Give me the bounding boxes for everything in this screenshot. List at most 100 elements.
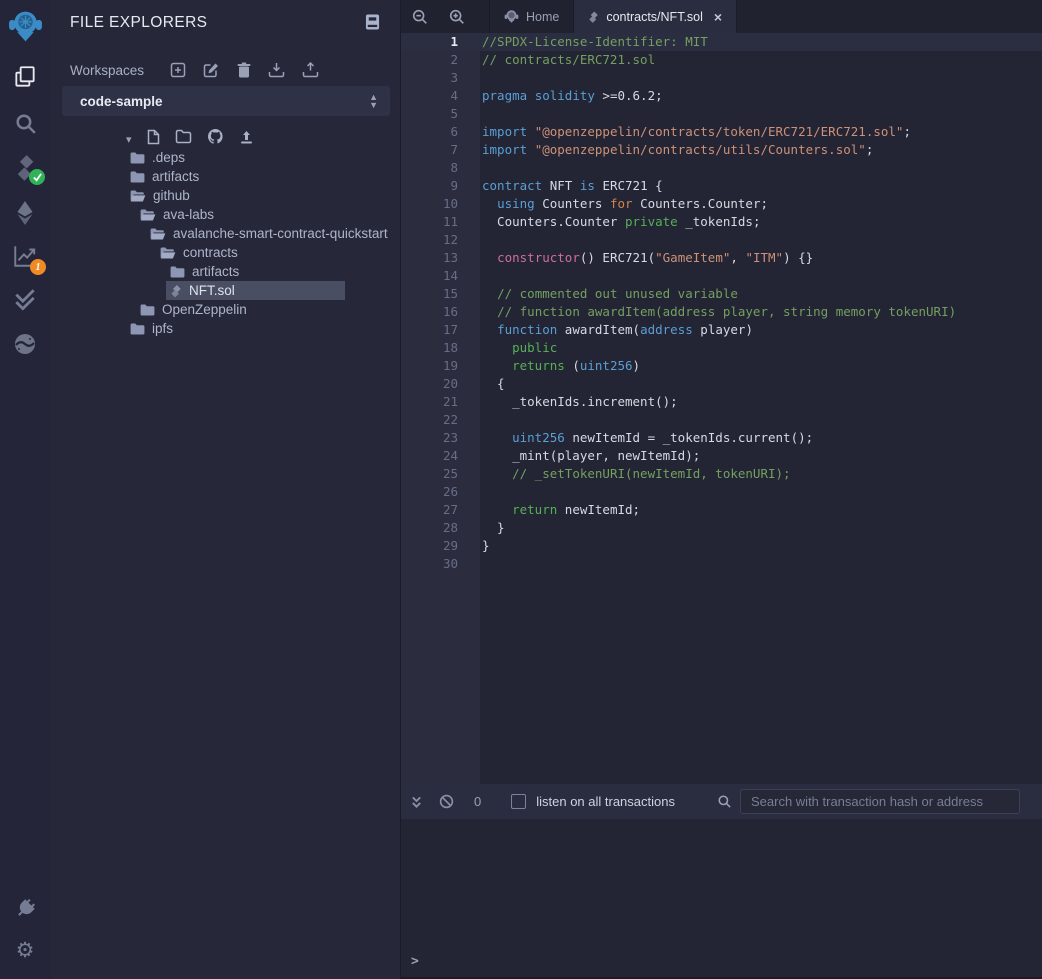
code-line-27[interactable]: 27 return newItemId; — [401, 501, 1042, 519]
tree-item-openzeppelin[interactable]: OpenZeppelin — [50, 300, 400, 319]
terminal-search-input[interactable] — [740, 789, 1020, 814]
tree-item-github[interactable]: github — [50, 186, 400, 205]
tree-item-avalanche-smart-contract-quickstart[interactable]: avalanche-smart-contract-quickstart — [50, 224, 400, 243]
tree-item-artifacts[interactable]: artifacts — [50, 262, 400, 281]
code-line-21[interactable]: 21 _tokenIds.increment(); — [401, 393, 1042, 411]
line-number: 15 — [401, 285, 480, 303]
code-line-1[interactable]: 1//SPDX-License-Identifier: MIT — [401, 33, 1042, 51]
deploy-run-icon[interactable] — [0, 199, 50, 225]
code-line-16[interactable]: 16 // function awardItem(address player,… — [401, 303, 1042, 321]
collapse-tree-icon[interactable]: ▾ — [126, 133, 132, 146]
line-number: 2 — [401, 51, 480, 69]
code-line-30[interactable]: 30 — [401, 555, 1042, 573]
new-folder-icon[interactable] — [175, 129, 192, 149]
code-line-22[interactable]: 22 — [401, 411, 1042, 429]
code-line-7[interactable]: 7import "@openzeppelin/contracts/utils/C… — [401, 141, 1042, 159]
terminal-output[interactable]: > — [401, 819, 1042, 977]
delete-workspace-icon[interactable] — [237, 62, 251, 78]
line-number: 12 — [401, 231, 480, 249]
icon-panel: 1 ⚙ — [0, 0, 50, 979]
code-lines: 1//SPDX-License-Identifier: MIT2// contr… — [401, 33, 1042, 573]
tree-item-contracts[interactable]: contracts — [50, 243, 400, 262]
tree-item-nft.sol[interactable]: NFT.sol — [50, 281, 400, 300]
tab-close-icon[interactable]: × — [714, 9, 722, 25]
solidity-compiler-icon[interactable] — [0, 154, 50, 183]
code-line-10[interactable]: 10 using Counters for Counters.Counter; — [401, 195, 1042, 213]
rename-workspace-icon[interactable] — [203, 62, 220, 78]
plugin-manager-icon[interactable] — [0, 896, 50, 921]
code-line-4[interactable]: 4pragma solidity >=0.6.2; — [401, 87, 1042, 105]
unit-testing-icon[interactable] — [0, 287, 50, 313]
tab-home-label: Home — [526, 10, 559, 24]
code-text — [480, 267, 482, 285]
folder-open-icon — [150, 228, 166, 240]
workspace-select[interactable]: code-sample ▲▼ — [62, 86, 390, 116]
new-file-icon[interactable] — [147, 129, 160, 150]
solidity-file-icon — [170, 284, 182, 298]
upload-file-icon[interactable] — [239, 129, 254, 150]
code-line-28[interactable]: 28 } — [401, 519, 1042, 537]
code-line-25[interactable]: 25 // _setTokenURI(newItemId, tokenURI); — [401, 465, 1042, 483]
code-line-3[interactable]: 3 — [401, 69, 1042, 87]
folder-closed-icon — [170, 266, 185, 278]
code-line-26[interactable]: 26 — [401, 483, 1042, 501]
terminal-search-icon — [717, 794, 732, 809]
code-text: //SPDX-License-Identifier: MIT — [480, 33, 708, 51]
code-line-24[interactable]: 24 _mint(player, newItemId); — [401, 447, 1042, 465]
tree-item-artifacts[interactable]: artifacts — [50, 167, 400, 186]
code-line-14[interactable]: 14 — [401, 267, 1042, 285]
file-tree-toolbar: ▾ — [126, 130, 254, 148]
folder-closed-icon — [130, 323, 145, 335]
restore-workspaces-icon[interactable] — [302, 62, 319, 78]
code-line-8[interactable]: 8 — [401, 159, 1042, 177]
code-line-19[interactable]: 19 returns (uint256) — [401, 357, 1042, 375]
listen-transactions-label: listen on all transactions — [536, 794, 675, 809]
editor-tabbar: Home contracts/NFT.sol × — [401, 0, 1042, 33]
search-icon[interactable] — [0, 111, 50, 136]
code-line-13[interactable]: 13 constructor() ERC721("GameItem", "ITM… — [401, 249, 1042, 267]
code-line-20[interactable]: 20 { — [401, 375, 1042, 393]
clear-console-icon[interactable] — [439, 794, 454, 809]
settings-icon[interactable]: ⚙ — [0, 938, 50, 963]
terminal-toolbar: 0 listen on all transactions — [401, 784, 1042, 819]
remix-home-icon — [504, 9, 519, 24]
folder-closed-icon — [140, 304, 155, 316]
expand-terminal-icon[interactable] — [410, 795, 423, 809]
listen-transactions-checkbox[interactable] — [511, 794, 526, 809]
tab-home[interactable]: Home — [489, 0, 574, 33]
tree-item-ava-labs[interactable]: ava-labs — [50, 205, 400, 224]
tree-item-label: contracts — [183, 245, 238, 260]
code-editor[interactable]: 1//SPDX-License-Identifier: MIT2// contr… — [401, 33, 1042, 784]
code-line-17[interactable]: 17 function awardItem(address player) — [401, 321, 1042, 339]
code-text: // function awardItem(address player, st… — [480, 303, 956, 321]
static-analysis-icon[interactable]: 1 — [0, 243, 50, 269]
code-line-9[interactable]: 9contract NFT is ERC721 { — [401, 177, 1042, 195]
code-line-2[interactable]: 2// contracts/ERC721.sol — [401, 51, 1042, 69]
zoom-out-icon[interactable] — [401, 0, 438, 33]
remix-logo-icon[interactable] — [0, 7, 50, 45]
folder-open-icon — [160, 247, 176, 259]
code-text: public — [480, 339, 557, 357]
code-text: Counters.Counter private _tokenIds; — [480, 213, 760, 231]
code-line-12[interactable]: 12 — [401, 231, 1042, 249]
code-line-5[interactable]: 5 — [401, 105, 1042, 123]
analysis-count-badge: 1 — [30, 259, 46, 275]
code-line-29[interactable]: 29} — [401, 537, 1042, 555]
tree-item-.deps[interactable]: .deps — [50, 148, 400, 167]
book-icon[interactable] — [365, 14, 380, 35]
select-arrows-icon: ▲▼ — [369, 93, 378, 109]
zoom-in-icon[interactable] — [438, 0, 475, 33]
file-explorer-icon[interactable] — [0, 64, 50, 90]
line-number: 1 — [401, 33, 480, 51]
plugin-circle-icon[interactable] — [0, 332, 50, 356]
code-line-23[interactable]: 23 uint256 newItemId = _tokenIds.current… — [401, 429, 1042, 447]
code-line-6[interactable]: 6import "@openzeppelin/contracts/token/E… — [401, 123, 1042, 141]
create-workspace-icon[interactable] — [170, 62, 186, 78]
code-line-11[interactable]: 11 Counters.Counter private _tokenIds; — [401, 213, 1042, 231]
github-clone-icon[interactable] — [207, 128, 224, 150]
tree-item-ipfs[interactable]: ipfs — [50, 319, 400, 338]
download-workspaces-icon[interactable] — [268, 62, 285, 78]
tab-nft-sol[interactable]: contracts/NFT.sol × — [574, 0, 737, 33]
code-line-18[interactable]: 18 public — [401, 339, 1042, 357]
code-line-15[interactable]: 15 // commented out unused variable — [401, 285, 1042, 303]
